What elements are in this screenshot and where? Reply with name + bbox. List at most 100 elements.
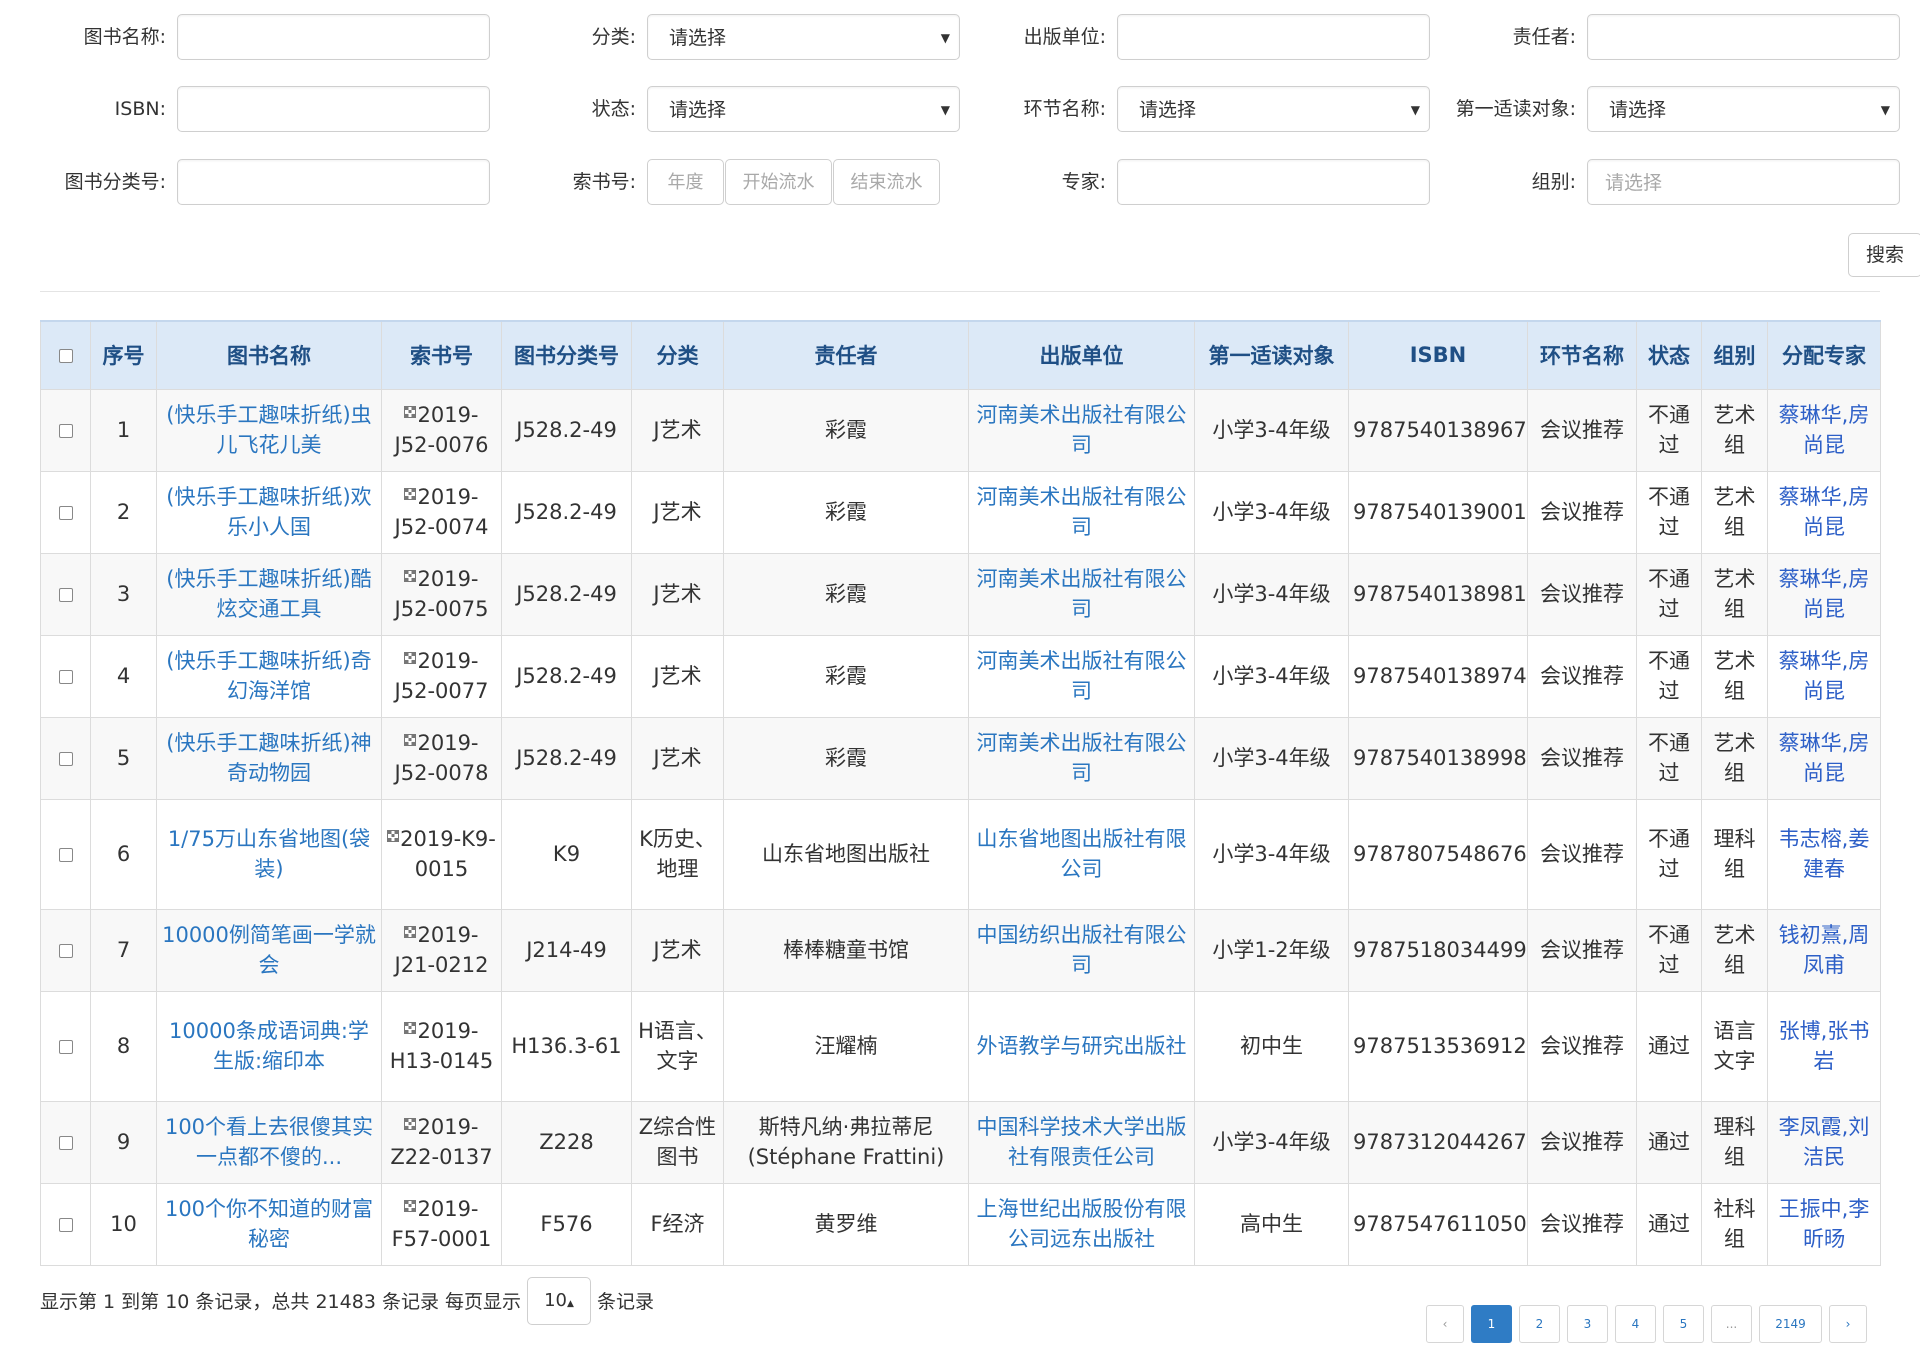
col-header-stage[interactable]: 环节名称 bbox=[1527, 320, 1637, 390]
class-number-cell: J528.2-49 bbox=[501, 634, 632, 718]
experts-link[interactable]: 蔡琳华,房尚昆 bbox=[1779, 649, 1870, 703]
col-header-responsible[interactable]: 责任者 bbox=[723, 320, 969, 390]
publisher-input[interactable] bbox=[1117, 14, 1430, 60]
page-button-3[interactable]: 3 bbox=[1567, 1305, 1608, 1343]
col-header-audience[interactable]: 第一适读对象 bbox=[1194, 320, 1349, 390]
row-select-cell bbox=[40, 1182, 91, 1266]
row-checkbox[interactable] bbox=[58, 1218, 73, 1232]
experts-link[interactable]: 王振中,李昕旸 bbox=[1779, 1197, 1870, 1251]
publisher-link[interactable]: 河南美术出版社有限公司 bbox=[977, 731, 1187, 785]
page-size-select[interactable]: 10▲ bbox=[527, 1277, 591, 1325]
row-checkbox[interactable] bbox=[58, 670, 73, 684]
audience-cell: 小学3-4年级 bbox=[1194, 388, 1349, 472]
stage-select[interactable]: 请选择 ▼ bbox=[1117, 86, 1430, 132]
experts-link[interactable]: 李凤霞,刘洁民 bbox=[1779, 1115, 1870, 1169]
isbn-cell: 9787312044267 bbox=[1348, 1100, 1528, 1184]
table-row: 5 (快乐手工趣味折纸)神奇动物园 2019-J52-0078 J528.2-49 J艺… bbox=[40, 716, 1881, 800]
book-title-link[interactable]: (快乐手工趣味折纸)酷炫交通工具 bbox=[166, 567, 371, 621]
group-input[interactable]: 请选择 bbox=[1587, 159, 1900, 205]
publisher-link[interactable]: 中国科学技术大学出版社有限责任公司 bbox=[977, 1115, 1187, 1169]
class-number-cell: H136.3-61 bbox=[501, 990, 632, 1102]
row-checkbox[interactable] bbox=[58, 506, 73, 520]
publisher-link-cell: 河南美术出版社有限公司 bbox=[968, 470, 1195, 554]
row-checkbox[interactable] bbox=[58, 1040, 73, 1054]
book-title-link[interactable]: (快乐手工趣味折纸)虫儿飞花儿美 bbox=[166, 403, 371, 457]
group-cell: 理科组 bbox=[1701, 1100, 1768, 1184]
stage-cell: 会议推荐 bbox=[1527, 798, 1637, 910]
row-checkbox[interactable] bbox=[58, 944, 73, 958]
experts-link[interactable]: 蔡琳华,房尚昆 bbox=[1779, 731, 1870, 785]
search-button[interactable]: 搜索 bbox=[1848, 233, 1920, 277]
call-no-year-input[interactable]: 年度 bbox=[647, 159, 724, 205]
prev-page-button[interactable]: ‹ bbox=[1426, 1305, 1464, 1343]
audience-cell: 小学3-4年级 bbox=[1194, 552, 1349, 636]
experts-link[interactable]: 钱初熹,周凤甫 bbox=[1779, 923, 1870, 977]
row-checkbox[interactable] bbox=[58, 1136, 73, 1150]
publisher-link[interactable]: 河南美术出版社有限公司 bbox=[977, 403, 1187, 457]
call-no-end-input[interactable]: 结束流水 bbox=[833, 159, 940, 205]
isbn-cell: 9787807548676 bbox=[1348, 798, 1528, 910]
row-select-cell bbox=[40, 552, 91, 636]
experts-link[interactable]: 蔡琳华,房尚昆 bbox=[1779, 485, 1870, 539]
book-name-input[interactable] bbox=[177, 14, 490, 60]
book-title-link[interactable]: 100个看上去很傻其实一点都不傻的... bbox=[165, 1115, 373, 1169]
publisher-link[interactable]: 山东省地图出版社有限公司 bbox=[977, 827, 1187, 881]
col-header-category[interactable]: 分类 bbox=[631, 320, 724, 390]
class-no-input[interactable] bbox=[177, 159, 490, 205]
row-checkbox[interactable] bbox=[58, 424, 73, 438]
col-header-class-no[interactable]: 图书分类号 bbox=[501, 320, 632, 390]
experts-link[interactable]: 蔡琳华,房尚昆 bbox=[1779, 567, 1870, 621]
publisher-link-cell: 河南美术出版社有限公司 bbox=[968, 552, 1195, 636]
expert-input[interactable] bbox=[1117, 159, 1430, 205]
experts-link-cell: 蔡琳华,房尚昆 bbox=[1767, 716, 1881, 800]
book-title-link[interactable]: 10000例简笔画一学就会 bbox=[162, 923, 376, 977]
col-header-publisher[interactable]: 出版单位 bbox=[968, 320, 1195, 390]
call-no-start-input[interactable]: 开始流水 bbox=[725, 159, 832, 205]
experts-link-cell: 韦志榕,姜建春 bbox=[1767, 798, 1881, 910]
col-header-status[interactable]: 状态 bbox=[1636, 320, 1702, 390]
call-no-start-placeholder: 开始流水 bbox=[742, 172, 815, 193]
col-header-experts[interactable]: 分配专家 bbox=[1767, 320, 1881, 390]
responsible-input[interactable] bbox=[1587, 14, 1900, 60]
experts-link[interactable]: 张博,张书岩 bbox=[1779, 1019, 1870, 1073]
row-checkbox[interactable] bbox=[58, 752, 73, 766]
book-title-link[interactable]: 10000条成语词典:学生版:缩印本 bbox=[169, 1019, 369, 1073]
experts-link[interactable]: 蔡琳华,房尚昆 bbox=[1779, 403, 1870, 457]
book-title-link[interactable]: 1/75万山东省地图(袋装) bbox=[168, 827, 370, 881]
table-row: 7 10000例简笔画一学就会 2019-J21-0212 J214-49 J艺术 棒棒糖… bbox=[40, 908, 1881, 992]
stage-cell: 会议推荐 bbox=[1527, 552, 1637, 636]
col-header-no[interactable]: 序号 bbox=[90, 320, 157, 390]
category-select[interactable]: 请选择 ▼ bbox=[647, 14, 960, 60]
col-header-isbn[interactable]: ISBN bbox=[1348, 320, 1528, 390]
page-button-4[interactable]: 4 bbox=[1615, 1305, 1656, 1343]
experts-link[interactable]: 韦志榕,姜建春 bbox=[1779, 827, 1870, 881]
responsible-person: 彩霞 bbox=[825, 500, 867, 524]
row-checkbox[interactable] bbox=[58, 848, 73, 862]
page-button-last[interactable]: 2149 bbox=[1759, 1305, 1822, 1343]
publisher-link[interactable]: 河南美术出版社有限公司 bbox=[977, 567, 1187, 621]
book-title-link[interactable]: (快乐手工趣味折纸)欢乐小人国 bbox=[166, 485, 371, 539]
category: J艺术 bbox=[653, 582, 702, 606]
book-title-link[interactable]: 100个你不知道的财富秘密 bbox=[165, 1197, 373, 1251]
status-cell: 不通过 bbox=[1636, 388, 1702, 472]
records-info-suffix: 条记录 bbox=[597, 1291, 655, 1313]
page-button-2[interactable]: 2 bbox=[1519, 1305, 1560, 1343]
next-page-button[interactable]: › bbox=[1829, 1305, 1867, 1343]
status-select[interactable]: 请选择 ▼ bbox=[647, 86, 960, 132]
select-all-checkbox[interactable] bbox=[58, 349, 73, 364]
publisher-link[interactable]: 河南美术出版社有限公司 bbox=[977, 485, 1187, 539]
audience-select[interactable]: 请选择 ▼ bbox=[1587, 86, 1900, 132]
col-header-group[interactable]: 组别 bbox=[1701, 320, 1768, 390]
book-title-link[interactable]: (快乐手工趣味折纸)奇幻海洋馆 bbox=[166, 649, 371, 703]
publisher-link[interactable]: 外语教学与研究出版社 bbox=[977, 1034, 1187, 1058]
publisher-link[interactable]: 上海世纪出版股份有限公司远东出版社 bbox=[977, 1197, 1187, 1251]
publisher-link[interactable]: 河南美术出版社有限公司 bbox=[977, 649, 1187, 703]
col-header-call-no[interactable]: 索书号 bbox=[381, 320, 502, 390]
row-checkbox[interactable] bbox=[58, 588, 73, 602]
page-button-5[interactable]: 5 bbox=[1663, 1305, 1704, 1343]
book-title-link[interactable]: (快乐手工趣味折纸)神奇动物园 bbox=[166, 731, 371, 785]
col-header-title[interactable]: 图书名称 bbox=[156, 320, 382, 390]
page-button-1[interactable]: 1 bbox=[1471, 1305, 1512, 1343]
publisher-link[interactable]: 中国纺织出版社有限公司 bbox=[977, 923, 1187, 977]
isbn-input[interactable] bbox=[177, 86, 490, 132]
